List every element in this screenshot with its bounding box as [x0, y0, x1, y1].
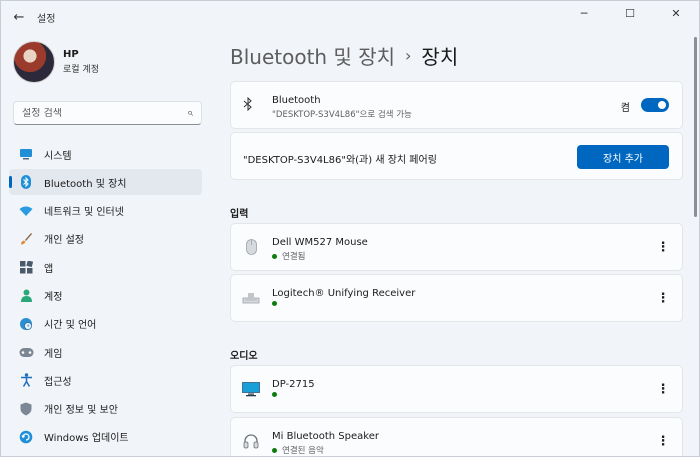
wifi-icon [18, 203, 34, 219]
device-name: Dell WM527 Mouse [272, 237, 368, 248]
connected-dot [272, 301, 277, 306]
more-options-icon[interactable]: ⋮ [654, 380, 672, 398]
main-content: Bluetooth 및 장치 › 장치 Bluetooth "DESKTOP-S… [230, 33, 699, 456]
section-title-input: 입력 [230, 209, 249, 220]
minimize-icon: ─ [580, 6, 588, 20]
sidebar-item-label: 게임 [44, 348, 63, 360]
breadcrumb-parent[interactable]: Bluetooth 및 장치 [230, 41, 395, 70]
brush-icon [18, 231, 34, 247]
search-box: ⌕ [13, 101, 202, 125]
display-icon [242, 380, 260, 398]
bluetooth-icon [18, 174, 34, 190]
sidebar: HP 로컬 계정 ⌕ 시스템 Bluetooth 및 장치 [1, 33, 216, 456]
more-options-icon[interactable]: ⋮ [654, 289, 672, 307]
pair-device-text: "DESKTOP-S3V4L86"와(과) 새 장치 페어링 [243, 155, 437, 166]
sidebar-item-bluetooth[interactable]: Bluetooth 및 장치 [9, 169, 202, 196]
bluetooth-toggle-label: 켬 [620, 103, 630, 114]
close-icon: ✕ [671, 6, 681, 20]
add-device-button[interactable]: 장치 추가 [577, 145, 669, 169]
shield-icon [18, 401, 34, 417]
connected-dot [272, 392, 277, 397]
device-card[interactable]: DP-2715 ⋮ [230, 365, 683, 413]
connected-dot [272, 447, 277, 453]
profile-name: HP [63, 49, 79, 60]
bluetooth-discoverable-text: "DESKTOP-S3V4L86"으로 검색 가능 [272, 110, 412, 120]
avatar [13, 41, 55, 83]
sidebar-item-label: Windows 업데이트 [44, 433, 129, 445]
device-name: Mi Bluetooth Speaker [272, 431, 379, 442]
profile-account-type: 로컬 계정 [63, 65, 99, 75]
sidebar-item-label: 접근성 [44, 376, 72, 388]
globe-clock-icon [18, 316, 34, 332]
breadcrumb-separator: › [405, 46, 412, 65]
device-status [272, 301, 282, 306]
search-input[interactable] [22, 107, 187, 119]
headphones-icon [242, 432, 260, 450]
arrow-left-icon: ← [13, 9, 25, 25]
bluetooth-card: Bluetooth "DESKTOP-S3V4L86"으로 검색 가능 켬 [230, 81, 683, 129]
close-button[interactable]: ✕ [653, 1, 699, 25]
device-status [272, 392, 282, 397]
monitor-icon [18, 146, 34, 162]
sidebar-item-time-language[interactable]: 시간 및 언어 [9, 311, 202, 337]
device-card[interactable]: Dell WM527 Mouse 연결됨 ⋮ [230, 223, 683, 271]
minimize-button[interactable]: ─ [561, 1, 607, 25]
mouse-icon [242, 238, 260, 256]
accessibility-icon [18, 372, 34, 388]
search-icon[interactable]: ⌕ [187, 106, 193, 120]
update-icon [18, 429, 34, 445]
bluetooth-icon [243, 96, 253, 115]
pair-device-card: "DESKTOP-S3V4L86"와(과) 새 장치 페어링 장치 추가 [230, 132, 683, 180]
more-options-icon[interactable]: ⋮ [654, 432, 672, 450]
sidebar-item-system[interactable]: 시스템 [9, 141, 202, 167]
sidebar-nav: 시스템 Bluetooth 및 장치 네트워크 및 인터넷 개인 설정 앱 계정… [9, 141, 202, 452]
sidebar-item-label: 계정 [44, 291, 63, 303]
user-profile[interactable]: HP 로컬 계정 [13, 41, 99, 83]
connected-dot [272, 253, 277, 259]
window-controls: ─ ☐ ✕ [561, 1, 699, 25]
sidebar-item-label: Bluetooth 및 장치 [44, 178, 127, 190]
sidebar-item-network[interactable]: 네트워크 및 인터넷 [9, 198, 202, 224]
device-status: 연결된 음악 [272, 444, 324, 456]
sidebar-item-label: 앱 [44, 263, 54, 275]
sidebar-item-label: 시간 및 언어 [44, 320, 97, 332]
sidebar-item-privacy-security[interactable]: 개인 정보 및 보안 [9, 396, 202, 422]
device-card[interactable]: Logitech® Unifying Receiver ⋮ [230, 274, 683, 322]
page-title: 장치 [421, 45, 459, 69]
maximize-button[interactable]: ☐ [607, 1, 653, 25]
device-name: DP-2715 [272, 379, 315, 390]
section-title-audio: 오디오 [230, 351, 258, 362]
app-title: 설정 [37, 13, 56, 25]
bluetooth-title: Bluetooth [272, 95, 321, 106]
apps-icon [18, 259, 34, 275]
person-icon [18, 287, 34, 303]
breadcrumb: Bluetooth 및 장치 › 장치 [230, 41, 458, 70]
sidebar-item-windows-update[interactable]: Windows 업데이트 [9, 424, 202, 450]
settings-window: ← 설정 ─ ☐ ✕ HP 로컬 계정 ⌕ 시스템 [0, 0, 700, 457]
more-options-icon[interactable]: ⋮ [654, 238, 672, 256]
device-status-text: 연결된 음악 [282, 446, 324, 456]
sidebar-item-label: 개인 설정 [44, 235, 84, 247]
sidebar-item-label: 네트워크 및 인터넷 [44, 207, 124, 219]
sidebar-item-gaming[interactable]: 게임 [9, 339, 202, 365]
maximize-icon: ☐ [625, 6, 635, 20]
gamepad-icon [18, 344, 34, 360]
sidebar-item-label: 개인 정보 및 보안 [44, 405, 118, 417]
device-name: Logitech® Unifying Receiver [272, 288, 416, 299]
title-bar: ← 설정 ─ ☐ ✕ [1, 1, 699, 33]
device-status: 연결됨 [272, 250, 305, 262]
sidebar-item-accessibility[interactable]: 접근성 [9, 367, 202, 393]
sidebar-item-label: 시스템 [44, 150, 72, 162]
back-button[interactable]: ← [1, 1, 37, 33]
device-status-text: 연결됨 [282, 252, 306, 262]
bluetooth-toggle[interactable] [641, 98, 669, 112]
sidebar-item-apps[interactable]: 앱 [9, 254, 202, 280]
device-card[interactable]: Mi Bluetooth Speaker 연결된 음악 ⋮ [230, 417, 683, 456]
sidebar-item-accounts[interactable]: 계정 [9, 282, 202, 308]
keyboard-icon [242, 289, 260, 307]
scrollbar[interactable] [694, 37, 697, 217]
sidebar-item-personalization[interactable]: 개인 설정 [9, 226, 202, 252]
